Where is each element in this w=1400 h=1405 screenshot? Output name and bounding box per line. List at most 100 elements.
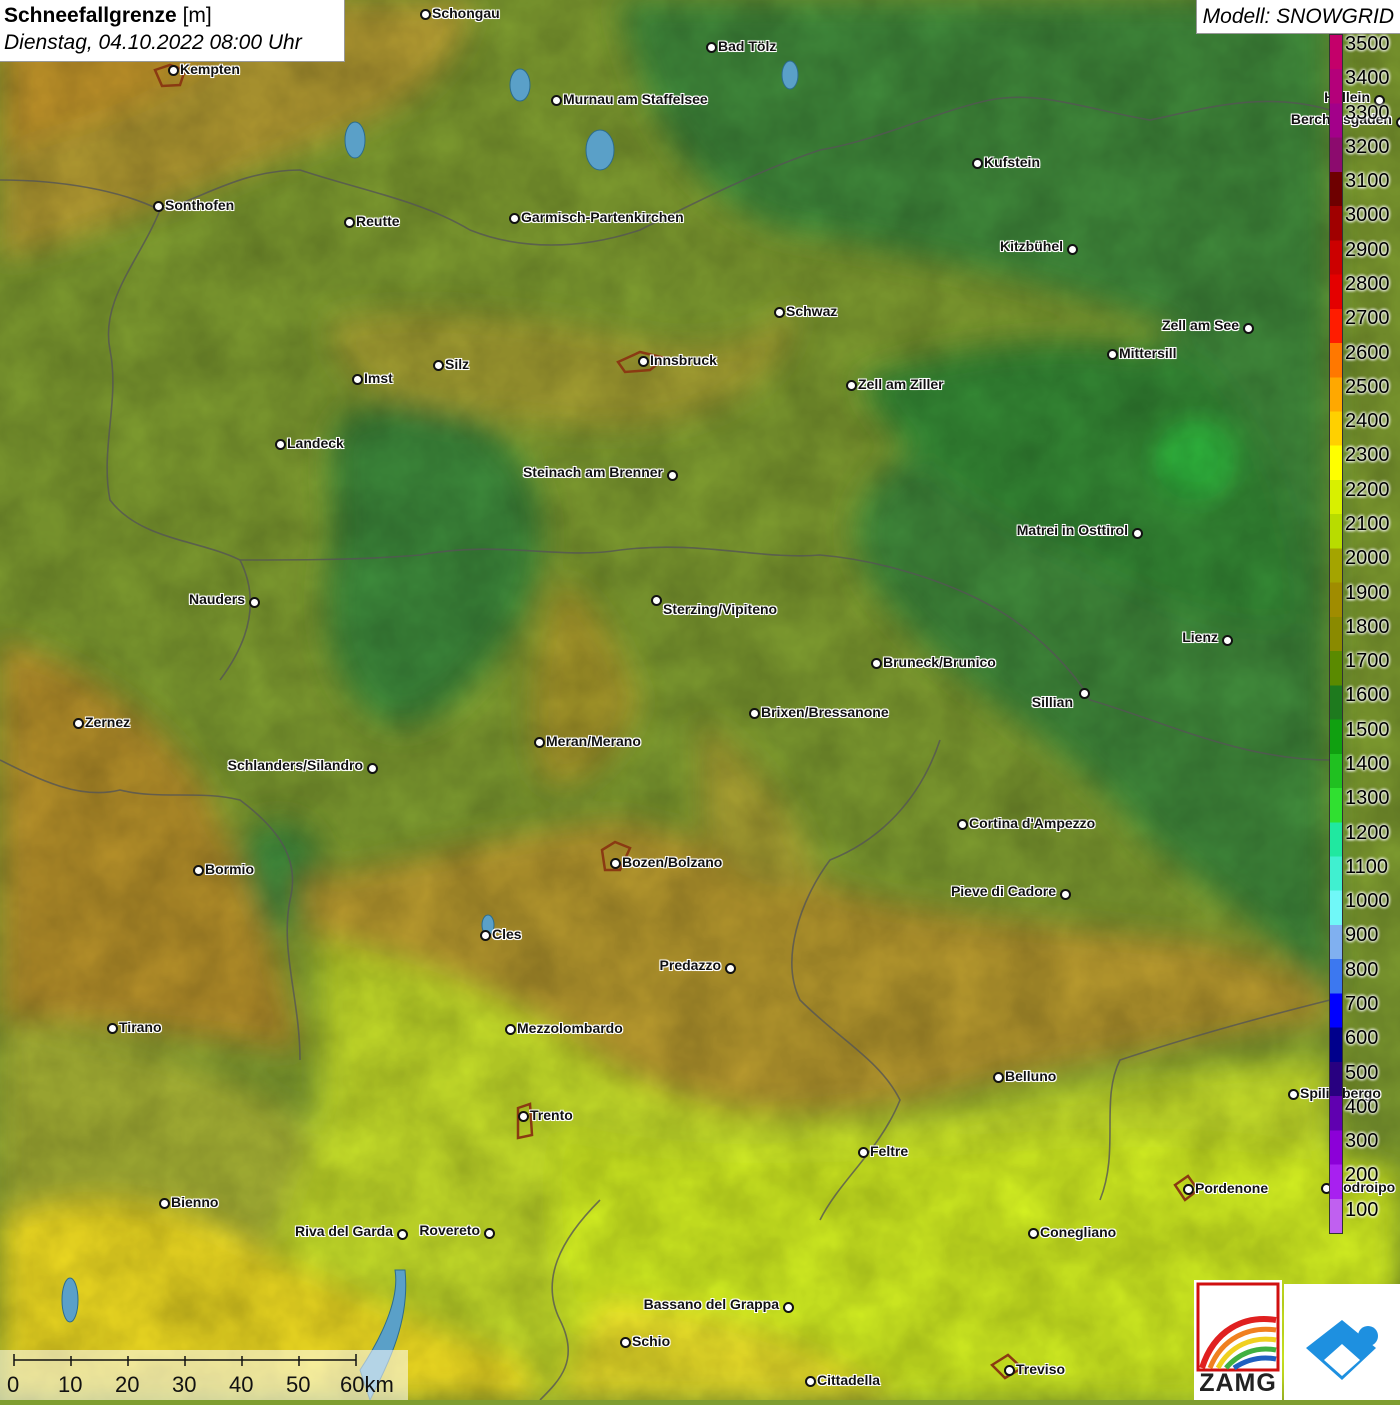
legend-label: 1800 [1345, 617, 1390, 637]
city-label: Silz [445, 356, 469, 372]
city-label: Murnau am Staffelsee [563, 91, 708, 107]
zamg-rainbow-icon [1194, 1280, 1282, 1375]
legend-label: 2200 [1345, 480, 1390, 500]
city-label: Mittersill [1119, 345, 1177, 361]
legend-label: 1000 [1345, 891, 1390, 911]
model-label: Modell: SNOWGRID [1196, 0, 1400, 34]
scale-tick-30: 30 [172, 1372, 196, 1398]
legend-label: 2900 [1345, 240, 1390, 260]
city-marker [344, 217, 355, 228]
legend-label: 1900 [1345, 583, 1390, 603]
city-marker [725, 963, 736, 974]
city-marker [518, 1111, 529, 1122]
city-marker [805, 1376, 816, 1387]
city-marker [1067, 244, 1078, 255]
legend-label: 2600 [1345, 343, 1390, 363]
legend-label: 300 [1345, 1131, 1378, 1151]
city-marker [107, 1023, 118, 1034]
city-marker [168, 65, 179, 76]
city-marker [1060, 889, 1071, 900]
scale-tick-10: 10 [58, 1372, 82, 1398]
legend-label: 2400 [1345, 411, 1390, 431]
legend-label: 1400 [1345, 754, 1390, 774]
city-label: Bozen/Bolzano [622, 854, 722, 870]
legend-label: 900 [1345, 925, 1378, 945]
city-label: Treviso [1016, 1361, 1065, 1377]
city-label: Belluno [1005, 1068, 1056, 1084]
city-marker [420, 9, 431, 20]
city-label: Bruneck/Brunico [883, 654, 996, 670]
city-marker [667, 470, 678, 481]
city-label: Reutte [356, 213, 400, 229]
city-marker [73, 718, 84, 729]
city-marker [484, 1228, 495, 1239]
city-marker [153, 201, 164, 212]
legend-label: 2800 [1345, 274, 1390, 294]
legend-label: 1200 [1345, 823, 1390, 843]
city-marker [509, 213, 520, 224]
city-marker [367, 763, 378, 774]
city-label: Conegliano [1040, 1224, 1116, 1240]
city-label: Bassano del Grappa [644, 1296, 779, 1312]
city-marker [534, 737, 545, 748]
city-marker [1243, 323, 1254, 334]
legend-label: 400 [1345, 1097, 1378, 1117]
city-label: Schwaz [786, 303, 837, 319]
city-marker [275, 439, 286, 450]
city-marker [551, 95, 562, 106]
city-marker [846, 380, 857, 391]
zamg-logo: ZAMG [1194, 1280, 1282, 1400]
city-label: Pordenone [1195, 1180, 1268, 1196]
city-marker [610, 858, 621, 869]
legend-label: 1600 [1345, 685, 1390, 705]
city-marker [1079, 688, 1090, 699]
city-label: Riva del Garda [295, 1223, 393, 1239]
city-label: Zell am Ziller [858, 376, 944, 392]
color-legend: 3500340033003200310030002900280027002600… [1329, 34, 1400, 1234]
city-label: Trento [530, 1107, 573, 1123]
city-label: Rovereto [419, 1222, 480, 1238]
city-label: Predazzo [660, 957, 721, 973]
legend-label: 100 [1345, 1200, 1378, 1220]
city-marker [397, 1229, 408, 1240]
legend-label: 1700 [1345, 651, 1390, 671]
uwz-diamond-icon [1284, 1284, 1400, 1400]
legend-label: 800 [1345, 960, 1378, 980]
city-label: Feltre [870, 1143, 908, 1159]
city-label: Imst [364, 370, 393, 386]
city-label: Zernez [85, 714, 130, 730]
city-label: Meran/Merano [546, 733, 641, 749]
city-label: Zell am See [1162, 317, 1239, 333]
city-label: Bad Tölz [718, 38, 776, 54]
city-label: Tirano [119, 1019, 162, 1035]
city-label: Sillian [1032, 694, 1073, 710]
city-label: Bormio [205, 861, 254, 877]
legend-label: 3100 [1345, 171, 1390, 191]
legend-label: 1500 [1345, 720, 1390, 740]
city-label: Sterzing/Vipiteno [663, 601, 777, 617]
scale-tick-20: 20 [115, 1372, 139, 1398]
legend-label: 600 [1345, 1028, 1378, 1048]
city-label: Lienz [1182, 629, 1218, 645]
parameter-unit: [m] [183, 4, 212, 27]
city-marker [159, 1198, 170, 1209]
city-label: Nauders [189, 591, 245, 607]
city-label: Schlanders/Silandro [228, 757, 363, 773]
legend-label: 3500 [1345, 34, 1390, 54]
city-label: Mezzolombardo [517, 1020, 623, 1036]
city-marker [651, 595, 662, 606]
city-marker [638, 356, 649, 367]
legend-colorbar [1329, 34, 1343, 1234]
city-label: Pieve di Cadore [951, 883, 1056, 899]
city-marker [858, 1147, 869, 1158]
city-label: Bienno [171, 1194, 218, 1210]
legend-label: 3200 [1345, 137, 1390, 157]
legend-label: 2500 [1345, 377, 1390, 397]
parameter-name: Schneefallgrenze [4, 4, 177, 27]
legend-label: 3300 [1345, 103, 1390, 123]
city-label: Brixen/Bressanone [761, 704, 889, 720]
legend-label: 2000 [1345, 548, 1390, 568]
city-marker [1132, 528, 1143, 539]
city-label: Garmisch-Partenkirchen [521, 209, 684, 225]
city-marker [1004, 1365, 1015, 1376]
